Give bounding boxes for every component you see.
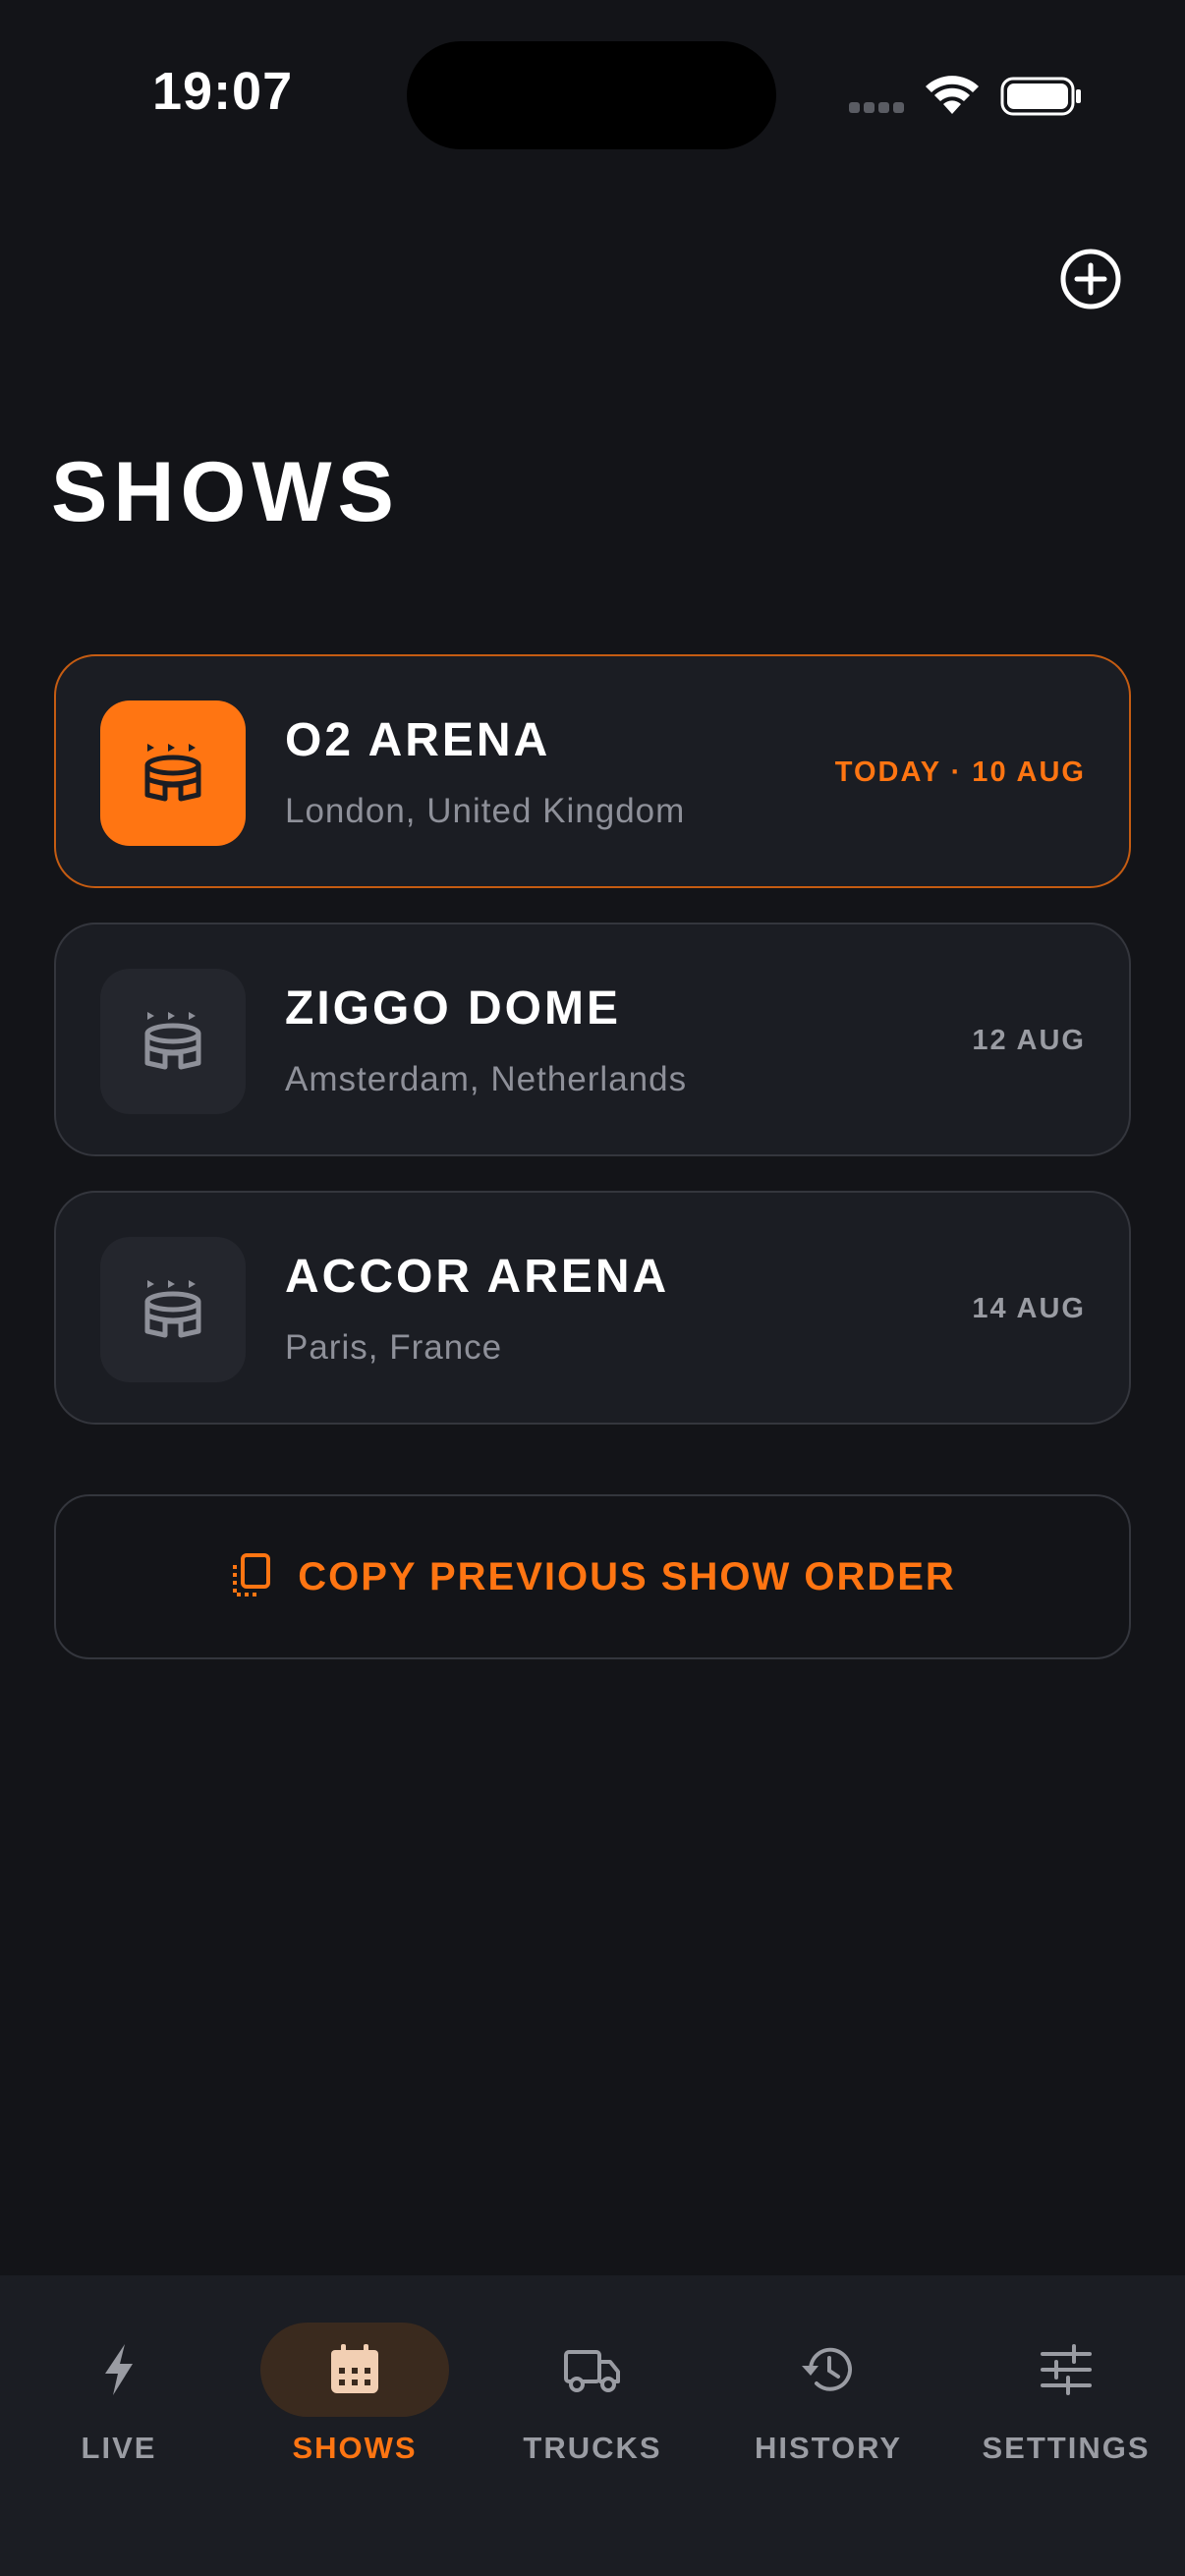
tab-settings[interactable]: SETTINGS	[958, 2299, 1174, 2476]
show-date: TODAY · 10 AUG	[834, 756, 1086, 788]
show-date: 14 AUG	[972, 1293, 1086, 1324]
history-icon	[802, 2347, 852, 2391]
battery-icon	[1000, 77, 1081, 116]
tab-icon-wrap	[498, 2323, 687, 2417]
show-name: ZIGGO DOME	[285, 982, 621, 1035]
tab-bar: LIVE SHOWS TRUCKS HISTORY SETTINGS	[0, 2275, 1185, 2576]
venue-tile	[100, 700, 246, 846]
status-bar: 19:07	[0, 0, 1185, 187]
tab-icon-wrap	[972, 2323, 1160, 2417]
venue-tile	[100, 969, 246, 1114]
truck-icon	[564, 2350, 620, 2392]
tab-label: SHOWS	[292, 2431, 418, 2465]
tab-label: TRUCKS	[523, 2431, 662, 2465]
status-time: 19:07	[152, 62, 294, 121]
tab-shows[interactable]: SHOWS	[247, 2299, 463, 2476]
plus-circle-icon	[1060, 249, 1121, 309]
tab-label: SETTINGS	[982, 2431, 1151, 2465]
stadium-icon	[144, 744, 201, 802]
show-location: Amsterdam, Netherlands	[285, 1060, 688, 1098]
tab-label: LIVE	[81, 2431, 157, 2465]
copy-previous-show-order-button[interactable]: COPY PREVIOUS SHOW ORDER	[54, 1494, 1131, 1659]
add-show-button[interactable]	[1059, 248, 1122, 310]
stadium-icon	[144, 1280, 201, 1338]
tab-label: HISTORY	[754, 2431, 903, 2465]
show-card-accor-arena[interactable]: ACCOR ARENA Paris, France 14 AUG	[54, 1191, 1131, 1425]
show-date: 12 AUG	[972, 1025, 1086, 1056]
page-title: SHOWS	[51, 445, 400, 539]
calendar-icon	[331, 2344, 378, 2393]
show-location: London, United Kingdom	[285, 792, 686, 830]
venue-tile	[100, 1237, 246, 1382]
bolt-icon	[105, 2344, 133, 2395]
copy-button-label: COPY PREVIOUS SHOW ORDER	[298, 1554, 956, 1598]
show-location: Paris, France	[285, 1328, 503, 1367]
tab-icon-wrap	[25, 2323, 213, 2417]
tab-history[interactable]: HISTORY	[720, 2299, 936, 2476]
tab-trucks[interactable]: TRUCKS	[484, 2299, 701, 2476]
dynamic-island	[407, 41, 776, 149]
cellular-signal-icon	[847, 102, 906, 116]
stadium-icon	[144, 1012, 201, 1070]
tab-live[interactable]: LIVE	[11, 2299, 227, 2476]
tab-icon-wrap	[734, 2323, 923, 2417]
show-name: O2 ARENA	[285, 714, 551, 766]
show-name: ACCOR ARENA	[285, 1251, 670, 1303]
sliders-icon	[1041, 2344, 1092, 2395]
show-card-ziggo-dome[interactable]: ZIGGO DOME Amsterdam, Netherlands 12 AUG	[54, 923, 1131, 1156]
wifi-icon	[926, 76, 979, 114]
show-card-o2-arena[interactable]: O2 ARENA London, United Kingdom TODAY · …	[54, 654, 1131, 888]
tab-icon-wrap	[260, 2323, 449, 2417]
copy-icon	[233, 1553, 271, 1596]
